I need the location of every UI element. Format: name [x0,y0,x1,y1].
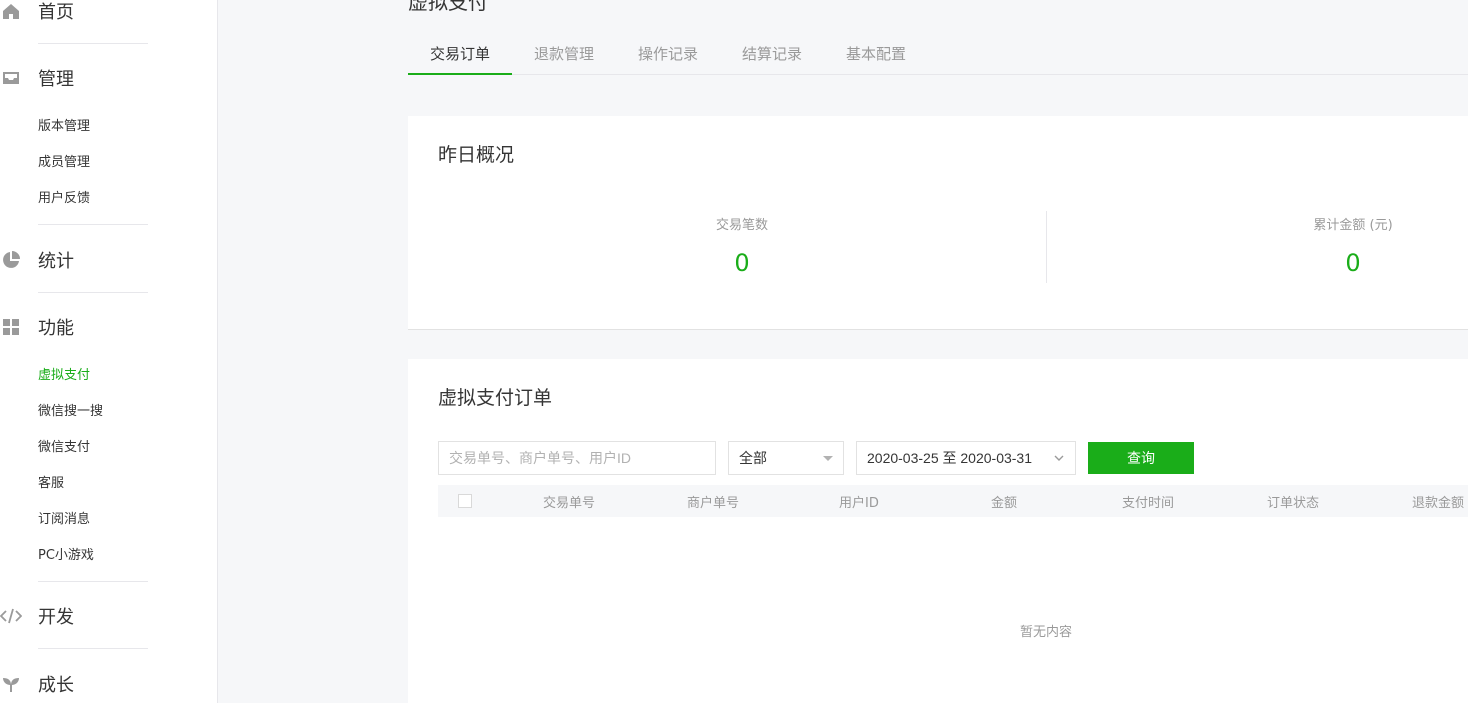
code-icon [0,605,22,627]
query-button[interactable]: 查询 [1088,442,1194,474]
grid-icon [0,316,22,338]
nav-manage[interactable]: 管理 [0,63,74,93]
select-all-checkbox[interactable] [458,494,472,508]
date-range-picker[interactable]: 2020-03-25 至 2020-03-31 [856,441,1076,475]
sidebar-item-members[interactable]: 成员管理 [38,153,90,173]
column-header-refund-amount[interactable]: 退款金额 [1412,492,1464,511]
nav-dev[interactable]: 开发 [0,601,74,631]
tab-settlement[interactable]: 结算记录 [720,36,824,75]
tab-transactions[interactable]: 交易订单 [408,36,512,75]
tab-refunds[interactable]: 退款管理 [512,36,616,75]
sidebar-item-subscribe-msg[interactable]: 订阅消息 [38,510,90,530]
sidebar-item-pc-game[interactable]: PC小游戏 [38,546,94,566]
sprout-icon [0,673,22,695]
sidebar-item-version[interactable]: 版本管理 [38,117,90,137]
nav-stats-label: 统计 [38,251,74,272]
column-header-pay-time[interactable]: 支付时间 [1122,492,1174,511]
status-select[interactable]: 全部 [728,441,844,475]
sidebar-item-customer-service[interactable]: 客服 [38,474,64,494]
nav-stats[interactable]: 统计 [0,245,74,275]
page-title: 虚拟支付 [408,0,488,14]
sidebar-item-wechat-pay[interactable]: 微信支付 [38,438,90,458]
column-header-order-status[interactable]: 订单状态 [1267,492,1319,511]
stat-label-count: 交易笔数 [715,218,768,233]
nav-growth[interactable]: 成长 [0,669,74,699]
tab-config[interactable]: 基本配置 [824,36,928,75]
date-range-value: 2020-03-25 至 2020-03-31 [867,450,1033,466]
column-header-transaction-no[interactable]: 交易单号 [543,492,595,511]
overview-title: 昨日概况 [438,144,515,166]
nav-divider [38,224,148,225]
nav-manage-label: 管理 [38,69,74,90]
sidebar: 首页 管理 版本管理 成员管理 用户反馈 统计 功能 虚拟支付 微信搜一搜 微信… [0,0,218,703]
column-header-merchant-no[interactable]: 商户单号 [687,492,739,511]
nav-growth-label: 成长 [38,675,74,696]
stat-value-count: 0 [734,249,750,277]
caret-down-icon [823,456,833,461]
nav-home-label: 首页 [38,2,74,23]
pie-chart-icon [0,249,22,271]
home-icon [0,0,22,22]
column-header-user-id[interactable]: 用户ID [839,492,879,511]
nav-home[interactable]: 首页 [0,0,74,26]
overview-card: 昨日概况 交易笔数 0 累计金额 (元) 0 [408,116,1468,330]
orders-title: 虚拟支付订单 [438,387,553,409]
nav-features-label: 功能 [38,318,74,339]
nav-divider [38,581,148,582]
column-header-amount[interactable]: 金额 [991,492,1017,511]
nav-dev-label: 开发 [38,607,74,628]
stat-label-amount: 累计金额 (元) [1313,218,1393,233]
chevron-down-icon [1053,451,1065,467]
sidebar-item-virtual-pay[interactable]: 虚拟支付 [38,366,90,386]
nav-divider [38,292,148,293]
table-header: 交易单号 商户单号 用户ID 金额 支付时间 订单状态 退款金额 [438,485,1468,517]
tab-operation-log[interactable]: 操作记录 [616,36,720,75]
tab-bar: 交易订单 退款管理 操作记录 结算记录 基本配置 [408,36,1468,75]
empty-state-text: 暂无内容 [1020,625,1073,640]
search-input[interactable] [438,441,716,475]
status-select-value: 全部 [739,451,767,467]
nav-features[interactable]: 功能 [0,312,74,342]
sidebar-item-wechat-search[interactable]: 微信搜一搜 [38,402,103,422]
stat-divider [1046,211,1047,283]
orders-card: 虚拟支付订单 全部 2020-03-25 至 2020-03-31 查询 交易单… [408,359,1468,703]
sidebar-item-feedback[interactable]: 用户反馈 [38,189,90,209]
inbox-icon [0,67,22,89]
nav-divider [38,43,148,44]
stat-value-amount: 0 [1345,249,1361,277]
nav-divider [38,648,148,649]
